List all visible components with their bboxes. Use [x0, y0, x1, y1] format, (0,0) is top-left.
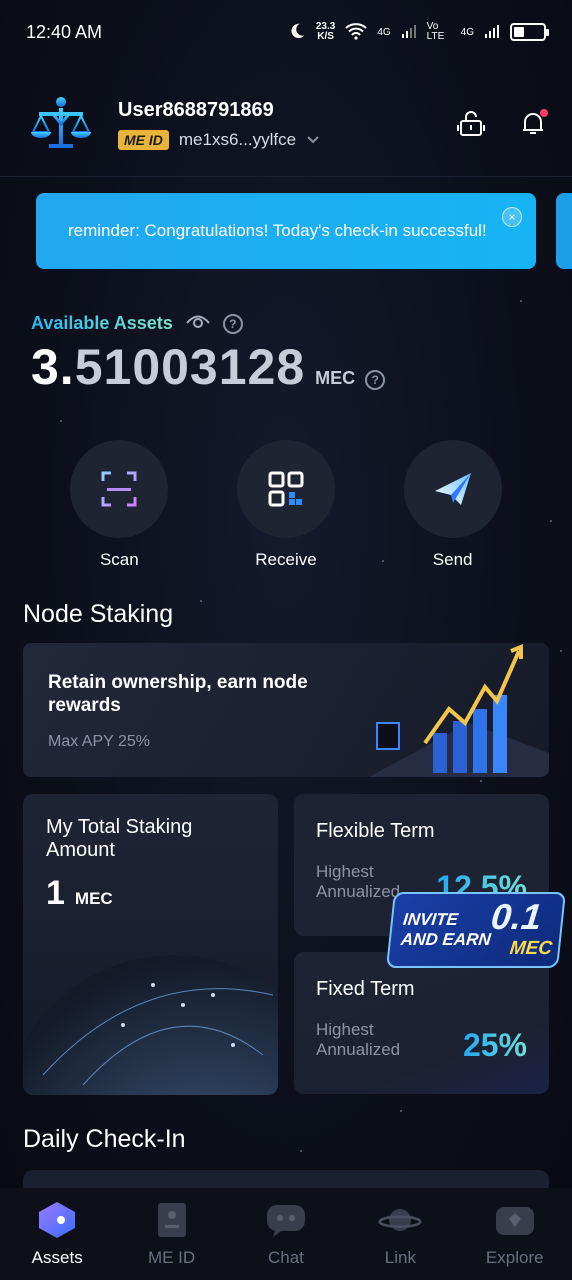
available-assets-row: Available Assets ? [31, 312, 243, 335]
scan-button[interactable]: Scan [59, 440, 179, 570]
planet-icon [378, 1198, 422, 1242]
nav-chat[interactable]: Chat [231, 1198, 341, 1268]
node-staking-title: Node Staking [23, 600, 174, 628]
bottom-navigation: Assets ME ID Chat Link Explore [0, 1188, 572, 1280]
globe-illustration [23, 955, 278, 1095]
status-bar: 12:40 AM 23.3 K/S 4G Vo LTE 4G [0, 0, 572, 64]
help-icon[interactable]: ? [365, 370, 386, 390]
me-id-selector[interactable]: ME ID me1xs6...yylfce [118, 129, 456, 150]
bell-icon[interactable] [518, 109, 548, 139]
help-icon[interactable]: ? [222, 313, 243, 334]
chat-icon [264, 1198, 308, 1242]
assets-icon [35, 1198, 79, 1242]
net-speed: 23.3 K/S [315, 21, 336, 42]
max-apy: Max APY 25% [48, 733, 150, 750]
wifi-icon [345, 22, 367, 43]
moon-icon [288, 22, 306, 43]
nav-explore[interactable]: Explore [460, 1198, 570, 1268]
qr-code-icon [236, 440, 335, 538]
me-id-badge: ME ID [118, 129, 169, 150]
balance-amount: 3.51003128 [31, 339, 306, 395]
eye-icon[interactable] [185, 312, 211, 335]
status-time: 12:40 AM [26, 21, 103, 42]
next-banner-peek[interactable] [556, 193, 572, 269]
daily-checkin-title: Daily Check-In [23, 1125, 186, 1153]
scales-logo-icon [24, 87, 98, 161]
fixed-term-card[interactable]: Fixed Term Highest Annualized 25% [294, 952, 549, 1094]
invite-amount: 0.1 [489, 896, 544, 937]
signal-1-label: 4G [377, 26, 391, 38]
chevron-down-icon [306, 132, 320, 148]
fixed-highest-label: Highest Annualized [316, 1020, 401, 1059]
fixed-term-title: Fixed Term [316, 978, 415, 1000]
banner-text: reminder: Congratulations! Today's check… [68, 221, 487, 240]
username: User8688791869 [118, 98, 274, 121]
node-staking-card[interactable]: Retain ownership, earn node rewards Max … [23, 643, 549, 777]
balance-unit: MEC [315, 368, 356, 388]
receive-button[interactable]: Receive [226, 440, 346, 570]
volte-label: Vo LTE [426, 21, 445, 42]
fixed-rate: 25% [462, 1027, 527, 1063]
quick-actions: Scan Receive Send [0, 440, 572, 570]
explore-icon [493, 1198, 537, 1242]
paper-plane-icon [403, 440, 502, 538]
me-id-value: me1xs6...yylfce [178, 129, 297, 149]
scan-icon [70, 440, 169, 538]
header-divider [0, 176, 572, 177]
id-card-icon [150, 1198, 194, 1242]
total-staking-amount: 1 MEC [46, 874, 113, 912]
growth-chart-illustration [369, 644, 549, 777]
total-staking-card[interactable]: My Total Staking Amount 1 MEC [23, 794, 278, 1095]
staking-card-title: Retain ownership, earn node rewards [48, 672, 308, 716]
signal-2-label: 4G [460, 26, 474, 38]
battery-icon [510, 23, 549, 41]
available-assets-label: Available Assets [31, 313, 173, 333]
invite-and-earn-badge[interactable]: INVITE AND EARN 0.1 MEC [386, 892, 566, 968]
lock-icon[interactable] [456, 109, 486, 139]
balance-row: 3.51003128 MEC ? [31, 338, 386, 396]
invite-unit: MEC [508, 938, 554, 959]
checkin-reminder-banner[interactable]: reminder: Congratulations! Today's check… [36, 193, 536, 269]
send-button[interactable]: Send [393, 440, 513, 570]
close-icon[interactable]: × [502, 207, 522, 227]
nav-assets[interactable]: Assets [2, 1198, 112, 1268]
notification-dot [540, 109, 548, 117]
signal-bars-icon [484, 23, 500, 42]
nav-link[interactable]: Link [345, 1198, 455, 1268]
nav-me-id[interactable]: ME ID [117, 1198, 227, 1268]
flexible-term-title: Flexible Term [316, 820, 435, 842]
total-staking-title: My Total Staking Amount [46, 816, 193, 861]
account-header: User8688791869 ME ID me1xs6...yylfce [24, 84, 548, 164]
signal-bars-icon [401, 23, 417, 42]
